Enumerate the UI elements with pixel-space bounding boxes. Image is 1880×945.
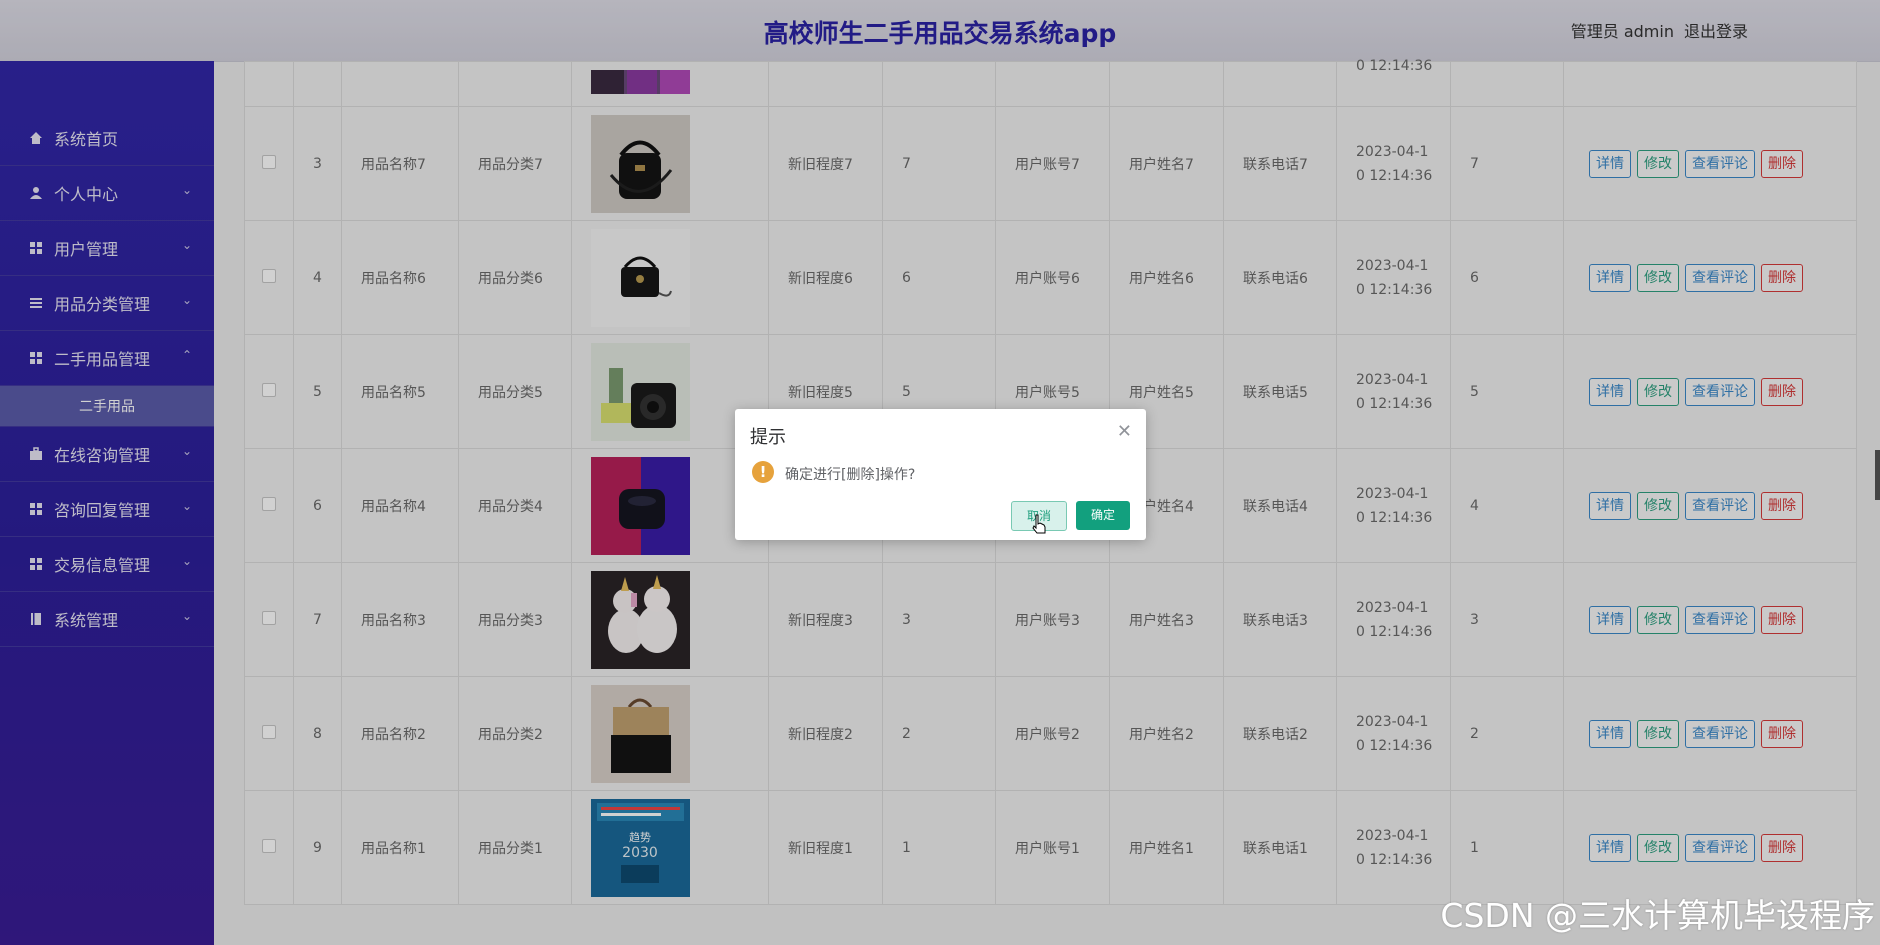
close-icon[interactable]: ✕ — [1117, 421, 1132, 442]
dialog-message: 确定进行[删除]操作? — [785, 467, 916, 483]
confirm-button[interactable]: 确定 — [1076, 501, 1130, 530]
hand-cursor-icon — [1032, 514, 1046, 534]
confirm-dialog: 提示 ✕ ! 确定进行[删除]操作? 取消 确定 — [735, 409, 1146, 540]
watermark: CSDN @三水计算机毕设程序 — [1440, 896, 1875, 935]
warning-icon: ! — [752, 461, 774, 483]
dialog-title: 提示 — [750, 427, 786, 448]
